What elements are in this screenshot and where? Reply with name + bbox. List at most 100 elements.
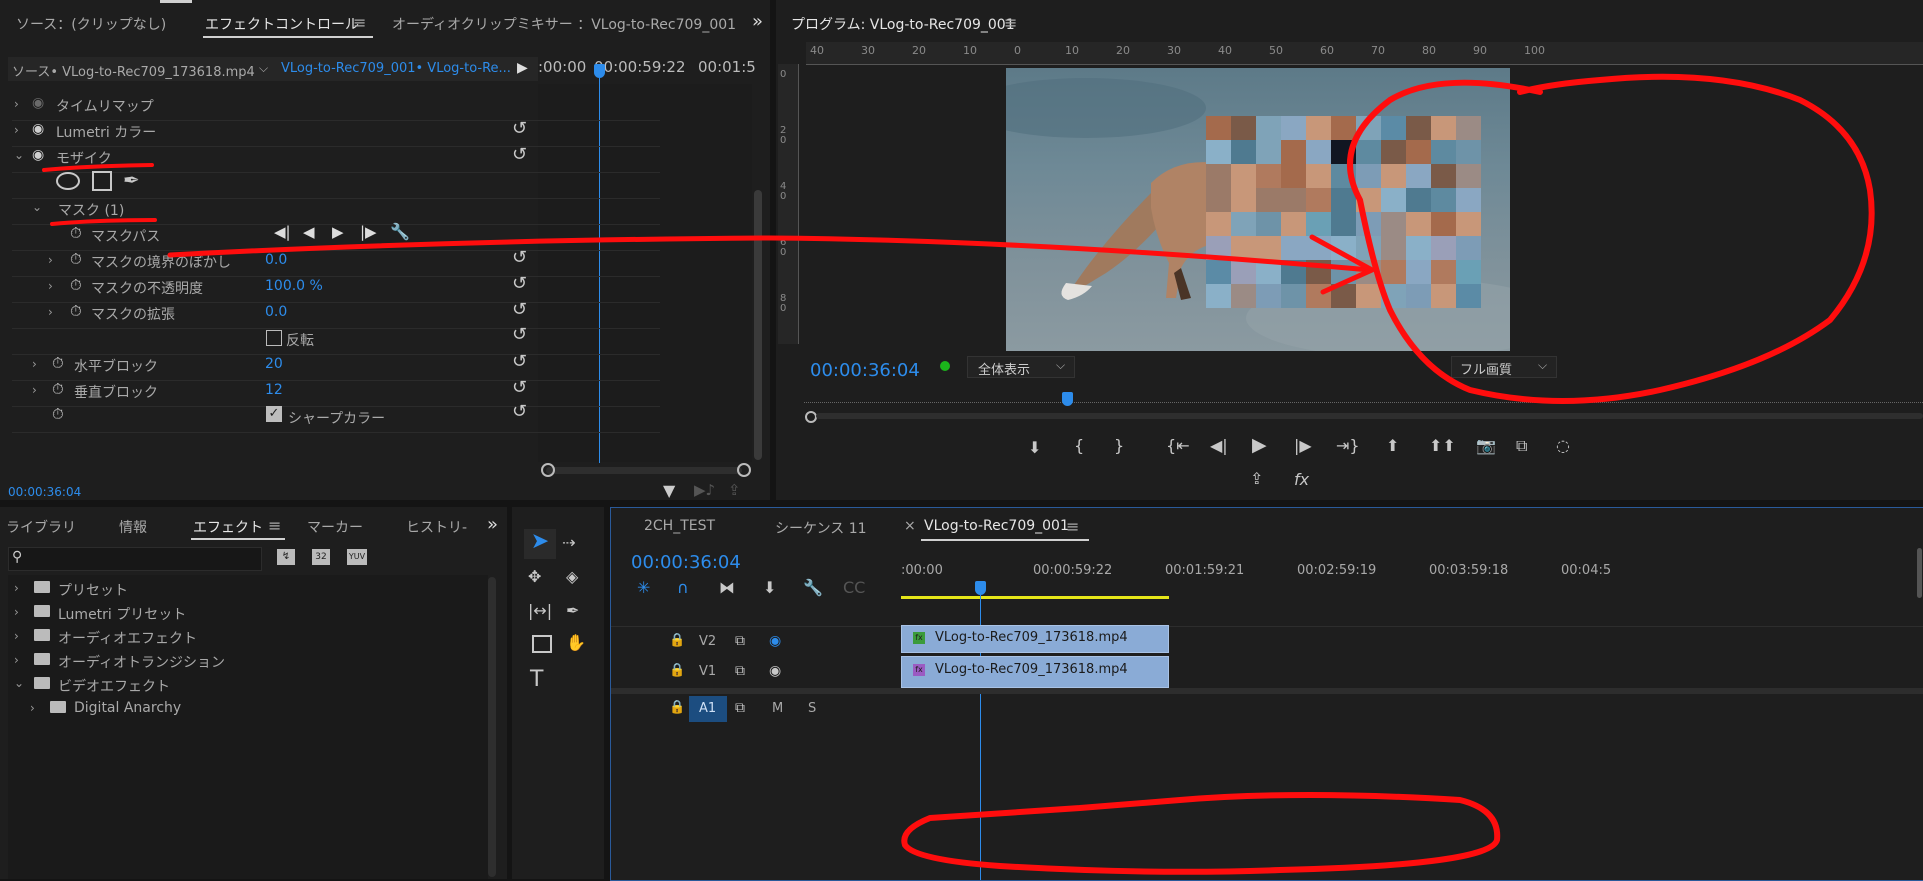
ripple-edit-tool[interactable]: ✥ [528, 567, 541, 586]
fx-icon[interactable]: fx [1294, 470, 1309, 489]
zoom-scrollbar[interactable] [546, 467, 742, 474]
type-tool[interactable]: T [530, 667, 543, 692]
tab-sequence[interactable]: 2CH_TEST [644, 518, 715, 534]
current-timecode[interactable]: 00:00:36:04 [8, 485, 81, 499]
go-to-in-icon[interactable]: {⇤ [1166, 436, 1190, 455]
zoom-scrollbar[interactable] [816, 413, 1923, 419]
filter-icon[interactable]: ▼ [663, 481, 675, 500]
track-backward-icon[interactable]: ◀ [303, 223, 315, 241]
work-area-bar[interactable] [901, 596, 1169, 599]
clip-v2[interactable]: fx VLog-to-Rec709_173618.mp4 [901, 625, 1169, 653]
tab-effect-controls[interactable]: エフェクトコントロール [205, 14, 359, 34]
close-icon[interactable]: × [904, 518, 916, 534]
tab-source[interactable]: ソース：(クリップなし) [16, 14, 166, 34]
list-item[interactable]: › プリセット [8, 577, 488, 601]
zoom-handle-left[interactable] [541, 463, 555, 477]
compare-icon[interactable]: ⧉ [1516, 436, 1527, 456]
timeline-vertical-scrollbar[interactable] [1917, 548, 1922, 598]
list-item[interactable]: ⌄ ビデオエフェクト [8, 673, 488, 697]
prop-value[interactable]: 100.0 % [265, 278, 323, 294]
panel-menu-icon[interactable]: ≡ [353, 13, 366, 32]
reset-icon[interactable]: ↺ [512, 144, 527, 165]
clip-v1[interactable]: fx VLog-to-Rec709_173618.mp4 [901, 656, 1169, 688]
export-icon[interactable]: ⇪ [728, 481, 741, 499]
vertical-scrollbar[interactable] [754, 190, 762, 460]
stopwatch-icon[interactable]: ⏱ [70, 276, 82, 294]
sync-lock-icon[interactable]: ⧉ [735, 700, 745, 716]
fit-dropdown[interactable]: 全体表示 ⌵ [967, 356, 1075, 378]
timeline-timecode[interactable]: 00:00:36:04 [631, 552, 741, 573]
more-icon[interactable]: ◌ [1556, 436, 1570, 455]
search-input[interactable] [8, 547, 262, 571]
wrench-icon[interactable]: 🔧 [390, 222, 410, 241]
playhead-handle[interactable] [1062, 392, 1073, 406]
tab-audio-clip-mixer[interactable]: オーディオクリップミキサー ：VLog-to-Rec709_001 [392, 14, 736, 34]
track-select-tool[interactable]: ⇢ [562, 533, 575, 552]
go-to-out-icon[interactable]: ⇥} [1336, 436, 1360, 455]
reset-icon[interactable]: ↺ [512, 324, 527, 345]
loop-audio-icon[interactable]: ▶♪ [694, 481, 715, 499]
program-title[interactable]: プログラム: VLog-to-Rec709_001 [791, 14, 1015, 34]
ellipse-mask-icon[interactable] [56, 172, 80, 190]
play-icon[interactable]: ▶ [1252, 434, 1267, 456]
export-frame-icon[interactable]: ⇪ [1250, 469, 1263, 488]
lock-icon[interactable]: 🔒 [669, 700, 685, 715]
accelerated-effects-icon[interactable]: ↯ [277, 549, 295, 565]
slip-tool[interactable]: |↔| [528, 601, 552, 620]
reset-icon[interactable]: ↺ [512, 351, 527, 372]
selection-tool[interactable]: ➤ [524, 529, 556, 559]
play-only-clip-icon[interactable]: ▶ [517, 60, 528, 76]
sync-lock-icon[interactable]: ⧉ [735, 663, 745, 679]
more-tabs-icon[interactable]: » [752, 11, 763, 32]
sync-lock-icon[interactable]: ⧉ [735, 633, 745, 649]
stopwatch-icon[interactable]: ⏱ [70, 250, 82, 268]
h-block-value[interactable]: 20 [265, 356, 283, 372]
eye-icon[interactable]: ◉ [32, 95, 44, 111]
lock-icon[interactable]: 🔒 [669, 633, 685, 648]
step-back-icon[interactable]: ◀| [1210, 436, 1228, 455]
razor-tool[interactable]: ◈ [566, 567, 578, 586]
eye-slash-icon[interactable]: ◉ [769, 633, 781, 649]
tab-markers[interactable]: マーカー [307, 517, 363, 537]
hand-tool[interactable]: ✋ [566, 633, 586, 652]
reset-icon[interactable]: ↺ [512, 377, 527, 398]
tab-info[interactable]: 情報 [119, 517, 147, 537]
extract-icon[interactable]: ⬆⬆ [1429, 436, 1456, 455]
pen-tool[interactable]: ✒ [566, 601, 579, 620]
add-marker-icon[interactable]: ⬇ [1028, 438, 1041, 457]
linked-selection-icon[interactable]: ⧓ [719, 578, 735, 597]
sharp-color-checkbox[interactable]: ✓ [266, 406, 282, 422]
tab-effects[interactable]: エフェクト [193, 517, 263, 537]
wrench-icon[interactable]: 🔧 [803, 578, 823, 597]
list-item[interactable]: › Lumetri プリセット [8, 601, 488, 625]
solo-button[interactable]: S [808, 701, 816, 716]
stopwatch-icon[interactable]: ⏱ [52, 354, 64, 372]
quality-dropdown[interactable]: フル画質 ⌵ [1451, 356, 1557, 378]
captions-icon[interactable]: CC [843, 578, 865, 597]
playhead-handle[interactable] [594, 64, 605, 78]
nest-icon[interactable]: ✳ [637, 578, 650, 597]
lock-icon[interactable]: 🔒 [669, 663, 685, 678]
reset-icon[interactable]: ↺ [512, 247, 527, 268]
stopwatch-icon[interactable]: ⏱ [70, 224, 82, 242]
list-scrollbar[interactable] [488, 577, 496, 877]
invert-checkbox[interactable] [266, 330, 282, 346]
playhead-handle[interactable] [975, 581, 986, 595]
eye-icon[interactable]: ◉ [32, 121, 44, 137]
reset-icon[interactable]: ↺ [512, 118, 527, 139]
list-item[interactable]: › オーディオトランジション [8, 649, 488, 673]
prop-value[interactable]: 0.0 [265, 252, 287, 268]
stopwatch-icon[interactable]: ⏱ [52, 380, 64, 398]
stopwatch-icon[interactable]: ⏱ [52, 405, 64, 423]
tab-history[interactable]: ヒストリ- [406, 517, 467, 537]
step-forward-icon[interactable]: |▶ [1294, 436, 1312, 455]
eye-icon[interactable]: ◉ [32, 147, 44, 163]
mask-label[interactable]: マスク (1) [58, 200, 124, 220]
list-item[interactable]: › オーディオエフェクト [8, 625, 488, 649]
mark-out-icon[interactable]: } [1114, 436, 1124, 455]
reset-icon[interactable]: ↺ [512, 401, 527, 422]
prop-value[interactable]: 0.0 [265, 304, 287, 320]
reset-icon[interactable]: ↺ [512, 299, 527, 320]
v-block-value[interactable]: 12 [265, 382, 283, 398]
reset-icon[interactable]: ↺ [512, 273, 527, 294]
